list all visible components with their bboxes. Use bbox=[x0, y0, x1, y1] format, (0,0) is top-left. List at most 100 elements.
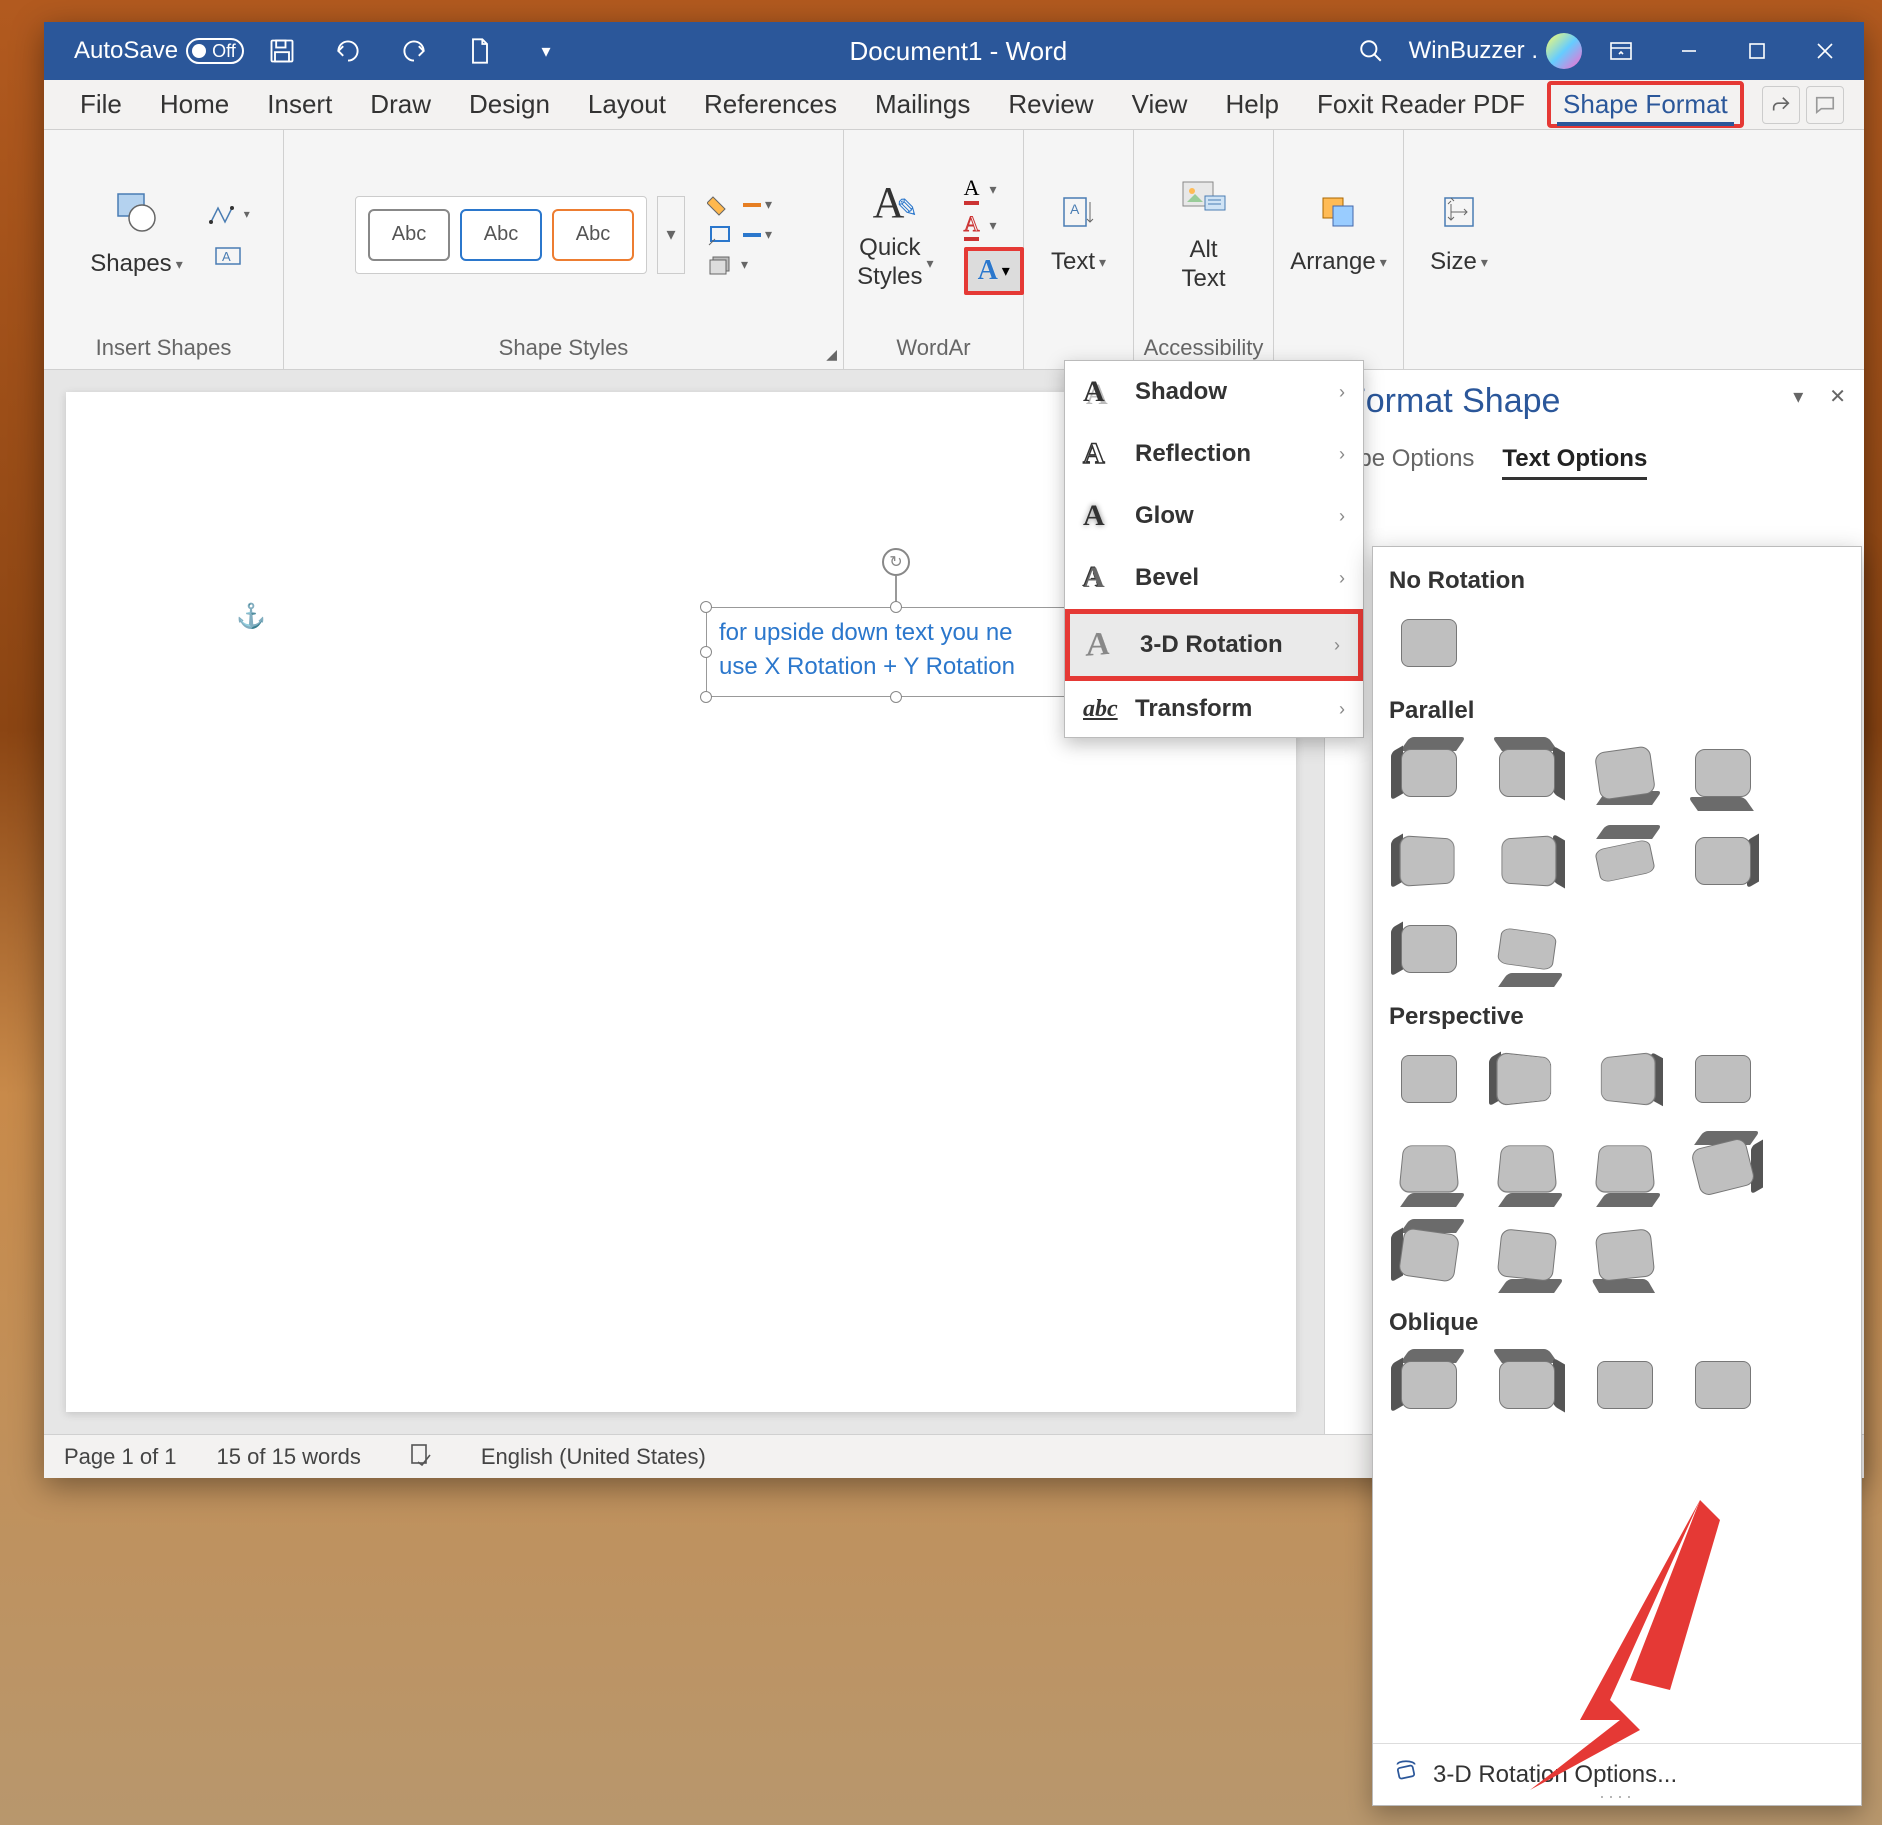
tab-layout[interactable]: Layout bbox=[572, 81, 682, 128]
rotation-preset[interactable] bbox=[1487, 1133, 1567, 1203]
menu-3d-rotation[interactable]: A 3-D Rotation › bbox=[1065, 609, 1363, 681]
text-options-tab[interactable]: Text Options bbox=[1502, 445, 1647, 480]
shape-fill-button[interactable]: ▾ bbox=[707, 193, 772, 217]
text-fill-button[interactable]: A▾ bbox=[964, 175, 1024, 205]
rotation-preset[interactable] bbox=[1487, 827, 1567, 897]
resize-handle[interactable] bbox=[700, 646, 712, 658]
rotation-preset[interactable] bbox=[1683, 1351, 1763, 1421]
rotation-preset[interactable] bbox=[1683, 1045, 1763, 1115]
shape-effects-button[interactable]: ▾ bbox=[707, 253, 772, 277]
text-direction-button[interactable]: A Text▾ bbox=[1037, 184, 1120, 285]
rotate-handle-icon[interactable]: ↻ bbox=[882, 548, 910, 576]
shape-options-tab[interactable]: ape Options bbox=[1345, 445, 1474, 480]
tab-shape-format[interactable]: Shape Format bbox=[1547, 81, 1744, 128]
shapes-button[interactable]: Shapes▾ bbox=[76, 182, 196, 287]
shape-style-1[interactable]: Abc bbox=[368, 209, 450, 261]
rotation-preset[interactable] bbox=[1389, 915, 1469, 985]
resize-handle[interactable] bbox=[890, 691, 902, 703]
quick-styles-button[interactable]: A✎ Quick Styles▾ bbox=[843, 169, 947, 300]
menu-transform[interactable]: abc Transform › bbox=[1065, 681, 1363, 737]
shape-style-gallery[interactable]: Abc Abc Abc bbox=[355, 196, 647, 274]
tab-mailings[interactable]: Mailings bbox=[859, 81, 986, 128]
toggle-switch[interactable]: Off bbox=[186, 38, 244, 64]
spellcheck-icon[interactable] bbox=[401, 1442, 441, 1472]
tab-insert[interactable]: Insert bbox=[251, 81, 348, 128]
rotation-preset[interactable] bbox=[1389, 1045, 1469, 1115]
resize-dots[interactable]: ···· bbox=[1373, 1786, 1861, 1806]
size-button[interactable]: Size▾ bbox=[1416, 184, 1502, 285]
share-icon[interactable] bbox=[1762, 86, 1800, 124]
shape-styles-launcher-icon[interactable]: ◢ bbox=[826, 346, 837, 363]
pane-close-icon[interactable]: ✕ bbox=[1829, 384, 1846, 409]
tab-file[interactable]: File bbox=[64, 81, 138, 128]
maximize-icon[interactable] bbox=[1734, 33, 1780, 69]
new-doc-icon[interactable] bbox=[462, 33, 498, 69]
menu-bevel[interactable]: A Bevel › bbox=[1065, 547, 1363, 609]
rotation-preset[interactable] bbox=[1683, 827, 1763, 897]
comments-icon[interactable] bbox=[1806, 86, 1844, 124]
gallery-more-icon[interactable]: ▾ bbox=[657, 196, 685, 274]
shapes-label: Shapes bbox=[90, 250, 171, 279]
rotation-preset[interactable] bbox=[1585, 1045, 1665, 1115]
tab-home[interactable]: Home bbox=[144, 81, 245, 128]
menu-glow[interactable]: A Glow › bbox=[1065, 485, 1363, 547]
undo-icon[interactable] bbox=[330, 33, 366, 69]
tab-design[interactable]: Design bbox=[453, 81, 566, 128]
tab-review[interactable]: Review bbox=[992, 81, 1109, 128]
rotation-preset[interactable] bbox=[1389, 1351, 1469, 1421]
language-indicator[interactable]: English (United States) bbox=[481, 1444, 706, 1470]
minimize-icon[interactable] bbox=[1666, 33, 1712, 69]
tab-references[interactable]: References bbox=[688, 81, 853, 128]
tab-draw[interactable]: Draw bbox=[354, 81, 447, 128]
resize-handle[interactable] bbox=[700, 601, 712, 613]
text-box-icon[interactable]: A bbox=[207, 238, 251, 274]
rotation-preset[interactable] bbox=[1487, 1351, 1567, 1421]
resize-handle[interactable] bbox=[890, 601, 902, 613]
tab-help[interactable]: Help bbox=[1209, 81, 1294, 128]
rotation-preset[interactable] bbox=[1585, 1221, 1665, 1291]
rotation-preset[interactable] bbox=[1585, 1351, 1665, 1421]
tab-foxit[interactable]: Foxit Reader PDF bbox=[1301, 81, 1541, 128]
rotation-preset[interactable] bbox=[1683, 1133, 1763, 1203]
customize-qat-icon[interactable]: ▾ bbox=[528, 33, 564, 69]
rotation-preset[interactable] bbox=[1389, 1221, 1469, 1291]
rotation-preset-none[interactable] bbox=[1389, 609, 1469, 679]
alt-text-button[interactable]: Alt Text bbox=[1165, 168, 1243, 302]
selected-textbox[interactable]: ↻ for upside down text you ne use X Rota… bbox=[706, 607, 1086, 697]
rotation-preset[interactable] bbox=[1585, 1133, 1665, 1203]
rotation-preset[interactable] bbox=[1487, 1221, 1567, 1291]
rotation-preset[interactable] bbox=[1585, 827, 1665, 897]
shape-style-3[interactable]: Abc bbox=[552, 209, 634, 261]
textbox-content[interactable]: for upside down text you ne use X Rotati… bbox=[719, 616, 1073, 683]
text-effects-button[interactable]: A▾ bbox=[964, 247, 1024, 295]
page-indicator[interactable]: Page 1 of 1 bbox=[64, 1444, 177, 1470]
redo-icon[interactable] bbox=[396, 33, 432, 69]
rotation-preset[interactable] bbox=[1487, 1045, 1567, 1115]
text-outline-button[interactable]: A▾ bbox=[964, 211, 1024, 241]
rotation-preset[interactable] bbox=[1487, 915, 1567, 985]
user-account[interactable]: WinBuzzer . bbox=[1409, 33, 1582, 69]
arrange-button[interactable]: Arrange▾ bbox=[1276, 184, 1400, 285]
close-icon[interactable] bbox=[1802, 33, 1848, 69]
tab-view[interactable]: View bbox=[1116, 81, 1204, 128]
search-icon[interactable] bbox=[1353, 33, 1389, 69]
rotation-preset[interactable] bbox=[1389, 1133, 1469, 1203]
pane-dropdown-icon[interactable]: ▾ bbox=[1793, 384, 1803, 409]
resize-handle[interactable] bbox=[700, 691, 712, 703]
save-icon[interactable] bbox=[264, 33, 300, 69]
menu-shadow[interactable]: A Shadow › bbox=[1065, 361, 1363, 423]
rotation-preset[interactable] bbox=[1683, 739, 1763, 809]
chevron-right-icon: › bbox=[1339, 382, 1345, 403]
word-count[interactable]: 15 of 15 words bbox=[217, 1444, 361, 1470]
rotation-preset[interactable] bbox=[1389, 739, 1469, 809]
ribbon-display-icon[interactable] bbox=[1598, 33, 1644, 69]
rotation-preset[interactable] bbox=[1487, 739, 1567, 809]
shape-outline-button[interactable]: ▾ bbox=[707, 223, 772, 247]
rotation-preset[interactable] bbox=[1389, 827, 1469, 897]
shape-style-2[interactable]: Abc bbox=[460, 209, 542, 261]
autosave-toggle[interactable]: AutoSave Off bbox=[74, 37, 244, 65]
autosave-label: AutoSave bbox=[74, 37, 178, 65]
edit-shape-icon[interactable]: ▾ bbox=[207, 196, 251, 232]
menu-reflection[interactable]: A Reflection › bbox=[1065, 423, 1363, 485]
rotation-preset[interactable] bbox=[1585, 739, 1665, 809]
